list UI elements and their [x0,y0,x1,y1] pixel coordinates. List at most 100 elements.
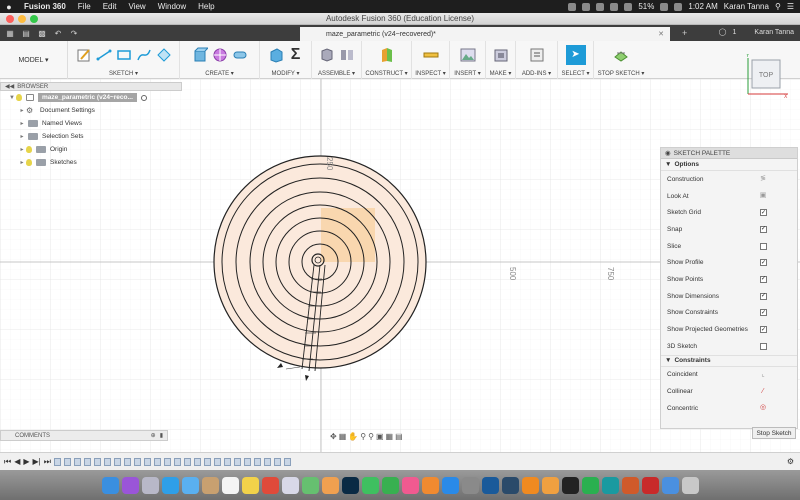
constraint-concentric[interactable]: Concentric ◎ [661,400,797,417]
coincident-icon[interactable]: ⌞ [759,371,767,379]
rectangle-icon[interactable] [116,47,132,63]
timeline-feature[interactable] [173,457,181,466]
modify-group-label[interactable]: MODIFY ▾ [272,70,300,77]
itunes-icon[interactable] [401,476,419,494]
notification-center-icon[interactable]: ☰ [787,2,794,11]
3d-print-icon[interactable] [493,47,509,63]
checkbox-checked[interactable]: ✓ [760,309,767,317]
checkbox-checked[interactable]: ✓ [760,225,767,233]
add-comment-icon[interactable]: ⊕ [151,432,156,439]
bluetooth-icon[interactable] [582,2,591,11]
palette-option-show-profile[interactable]: Show Profile ✓ [661,254,797,271]
timeline-feature[interactable] [103,457,111,466]
timeline-feature[interactable] [133,457,141,466]
palette-option-show-constraints[interactable]: Show Constraints ✓ [661,305,797,322]
palette-option-construction[interactable]: Construction ≶ [661,171,797,188]
checkbox-checked[interactable]: ✓ [760,292,767,300]
checkbox-unchecked[interactable] [760,242,767,250]
pattern-icon[interactable] [212,47,228,63]
timeline-feature[interactable] [273,457,281,466]
timeline-feature[interactable] [53,457,61,466]
timeline-play-icon[interactable]: ▶ [23,457,29,466]
timeline-feature[interactable] [123,457,131,466]
browser-header[interactable]: ◀◀ BROWSER [0,82,182,91]
palette-option-sketch-grid[interactable]: Sketch Grid ✓ [661,204,797,221]
menu-help[interactable]: Help [192,2,220,11]
expand-arrow-icon[interactable]: ▸ [18,146,26,153]
comments-panel[interactable]: COMMENTS ⊕ ▮ [0,430,168,441]
messages-icon[interactable] [361,476,379,494]
palette-option-show-projected-geometries[interactable]: Show Projected Geometries ✓ [661,321,797,338]
make-group-label[interactable]: MAKE ▾ [490,70,512,77]
mail-icon[interactable] [181,476,199,494]
timeline-feature[interactable] [113,457,121,466]
apple-menu-icon[interactable]: ● [0,2,18,12]
concentric-icon[interactable]: ◎ [759,404,767,412]
timeline-feature[interactable] [183,457,191,466]
palette-pin-icon[interactable]: ◉ [665,149,671,157]
timeline-feature[interactable] [163,457,171,466]
visibility-bulb-icon[interactable] [16,94,22,101]
clock[interactable]: 1:02 AM [688,2,717,11]
photoshop-icon[interactable] [341,476,359,494]
palette-option-show-points[interactable]: Show Points ✓ [661,271,797,288]
new-tab-icon[interactable]: + [682,28,687,38]
browser-item-named-views[interactable]: ▸ Named Views [0,117,182,130]
scripts-addins-icon[interactable] [529,47,545,63]
system-preferences-icon[interactable] [461,476,479,494]
display-settings-icon[interactable]: ▣ [376,432,384,441]
photos-icon[interactable] [321,476,339,494]
timeline-last-icon[interactable]: ⏭ [44,457,51,467]
fusion360-dock-icon-2[interactable] [541,476,559,494]
menu-view[interactable]: View [122,2,151,11]
timeline-feature[interactable] [263,457,271,466]
timeline-feature[interactable] [213,457,221,466]
timeline-feature[interactable] [73,457,81,466]
timeline-feature[interactable] [63,457,71,466]
redo-icon[interactable]: ↷ [68,28,80,38]
timeline-first-icon[interactable]: ⏮ [4,457,11,467]
battery-icon[interactable] [660,2,669,11]
airplay-icon[interactable] [596,2,605,11]
construction-icon[interactable]: ≶ [759,175,767,183]
select-group-label[interactable]: SELECT ▾ [562,70,590,77]
visibility-bulb-icon[interactable] [26,146,32,153]
calendar-icon[interactable] [221,476,239,494]
browser-item-selection-sets[interactable]: ▸ Selection Sets [0,130,182,143]
browser-item-document-settings[interactable]: ▸ ⚙ Document Settings [0,104,182,117]
collapse-constraints-icon[interactable]: ▼ [665,357,671,364]
siri-icon[interactable] [121,476,139,494]
checkbox-checked[interactable]: ✓ [760,209,767,217]
view-cube[interactable]: TOP Y X [738,54,794,98]
expand-arrow-icon[interactable]: ▸ [18,159,26,166]
facetime-icon[interactable] [381,476,399,494]
arduino-icon[interactable] [601,476,619,494]
checkbox-unchecked[interactable] [760,342,767,350]
fusion360-dock-icon[interactable] [521,476,539,494]
timeline-feature[interactable] [223,457,231,466]
timeline-feature[interactable] [203,457,211,466]
expand-arrow-icon[interactable]: ▼ [8,95,16,101]
stop-sketch-icon[interactable] [613,47,629,63]
browser-item-origin[interactable]: ▸ Origin [0,143,182,156]
offset-plane-icon[interactable] [379,47,395,63]
zoom-icon[interactable]: ⚲ [360,432,366,441]
menu-edit[interactable]: Edit [97,2,123,11]
spline-icon[interactable] [136,47,152,63]
timeline-feature[interactable] [253,457,261,466]
notes-icon[interactable] [241,476,259,494]
insert-group-label[interactable]: INSERT ▾ [454,70,480,77]
constraint-collinear[interactable]: Collinear ⁄ [661,383,797,400]
new-component-icon[interactable] [319,47,335,63]
chrome-icon[interactable] [261,476,279,494]
wifi-icon[interactable] [610,2,619,11]
constraint-coincident[interactable]: Coincident ⌞ [661,367,797,384]
construct-group-label[interactable]: CONSTRUCT ▾ [365,70,407,77]
terminal-icon[interactable] [561,476,579,494]
timeline-feature[interactable] [193,457,201,466]
measure-icon[interactable] [423,47,439,63]
skype-icon[interactable] [568,2,577,11]
timeline-feature[interactable] [143,457,151,466]
finder-icon[interactable] [101,476,119,494]
whatsapp-icon[interactable] [581,476,599,494]
